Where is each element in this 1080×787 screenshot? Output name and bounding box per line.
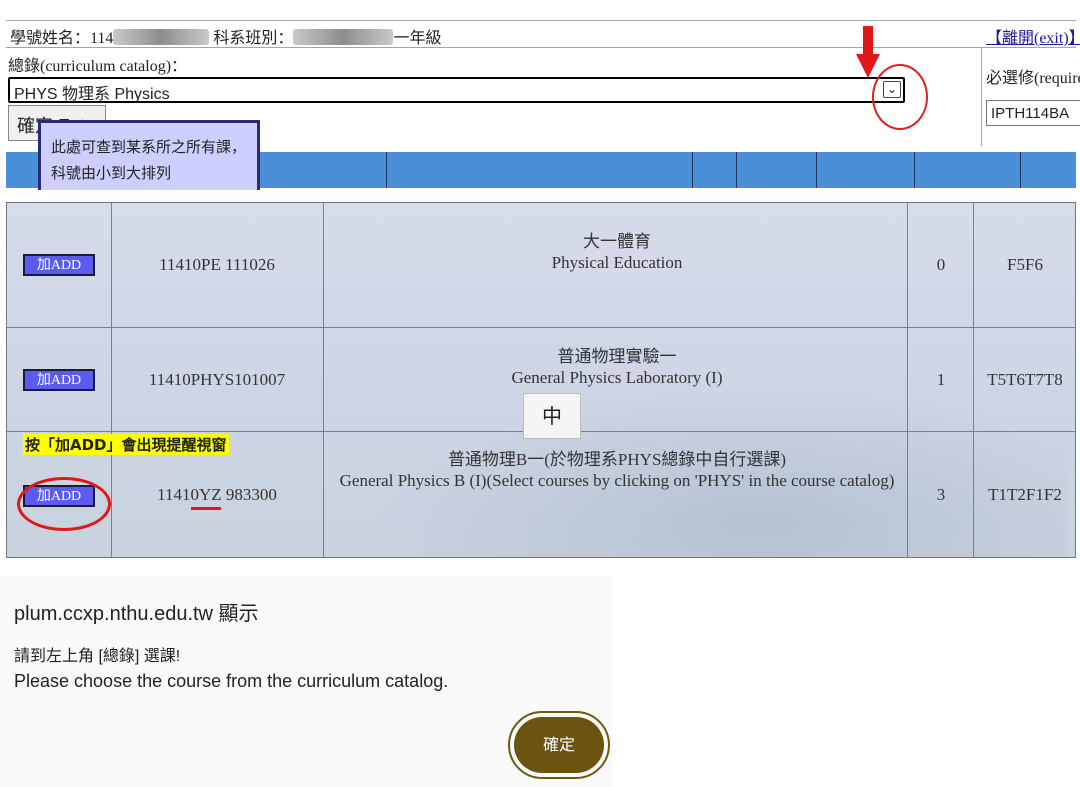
course-code: 11410PE 111026 [159, 255, 275, 274]
dialog-message-zh: 請到左上角 [總錄] 選課! [14, 648, 181, 665]
course-title-zh: 普通物理B一(於物理系PHYS總錄中自行選課) [447, 450, 787, 469]
student-info: 學號姓名：114 科系班別： 一年級 [10, 24, 441, 48]
course-code: 11410YZ 983300 [157, 485, 277, 504]
tooltip-line-1: 此處可查到某系所之所有課， [51, 139, 247, 156]
course-title-en: General Physics Laboratory (I) [511, 368, 723, 387]
ime-indicator: 中 [523, 393, 581, 439]
course-time: F5F6 [1007, 255, 1043, 274]
course-title-zh: 大一體育 [583, 232, 651, 251]
highlight-circle [17, 477, 111, 531]
highlight-underline [191, 507, 221, 510]
header-divider [816, 152, 817, 188]
column-divider [323, 203, 324, 557]
dialog-ok-label: 確定 [514, 717, 604, 773]
required-cell: 必選修(required IPTH114BA [982, 48, 1080, 146]
course-title-zh: 普通物理實驗一 [557, 347, 677, 366]
red-arrow-icon [856, 26, 880, 78]
course-time: T5T6T7T8 [987, 370, 1063, 389]
course-code: 11410PHYS101007 [148, 370, 286, 389]
redacted-class [293, 29, 394, 45]
student-info-row: 學號姓名：114 科系班別： 一年級 【離開(exit)】 [6, 20, 1080, 48]
department-class-label: 科系班別： [213, 30, 294, 47]
catalog-select[interactable]: PHYS 物理系 Physics ⌄ [8, 77, 905, 103]
class-year: 一年級 [393, 30, 442, 47]
course-title: 普通物理實驗一 General Physics Laboratory (I) [325, 346, 909, 388]
header-divider [386, 152, 387, 188]
catalog-selected-value: PHYS 物理系 Physics [14, 86, 170, 103]
catalog-tooltip: 此處可查到某系所之所有課， 科號由小到大排列 [38, 120, 260, 190]
header-divider [736, 152, 737, 188]
course-credits: 0 [936, 255, 946, 274]
header-divider [914, 152, 915, 188]
required-label: 必選修(required [986, 70, 1080, 87]
course-time: T1T2F1F2 [988, 485, 1062, 504]
header-divider [692, 152, 693, 188]
course-title-en: General Physics B (I)(Select courses by … [339, 471, 895, 490]
exit-link[interactable]: 【離開(exit)】 [986, 24, 1080, 48]
highlight-circle [872, 64, 928, 130]
student-id-label: 學號姓名：114 [10, 30, 114, 47]
required-select[interactable]: IPTH114BA [986, 100, 1080, 126]
annotation-note: 按「加ADD」會出現提醒視窗 [23, 434, 229, 455]
tooltip-line-2: 科號由小到大排列 [51, 165, 172, 182]
course-title: 普通物理B一(於物理系PHYS總錄中自行選課) General Physics … [325, 449, 909, 491]
dialog-message-en: Please choose the course from the curric… [14, 671, 449, 691]
catalog-label: 總錄(curriculum catalog)： [8, 58, 188, 75]
row-divider [7, 327, 1075, 328]
course-selection-header: 學號姓名：114 科系班別： 一年級 【離開(exit)】 總錄(curricul… [0, 0, 1080, 190]
header-divider [1020, 152, 1021, 188]
add-course-button[interactable]: 加ADD [23, 254, 95, 276]
course-credits: 3 [936, 485, 946, 504]
alert-dialog: plum.ccxp.nthu.edu.tw 顯示 請到左上角 [總錄] 選課! … [0, 575, 612, 787]
add-course-button[interactable]: 加ADD [23, 369, 95, 391]
course-title: 大一體育 Physical Education [325, 231, 909, 273]
dialog-ok-button[interactable]: 確定 [508, 711, 610, 779]
dialog-title: plum.ccxp.nthu.edu.tw 顯示 [14, 603, 259, 625]
redacted-name [113, 29, 210, 45]
course-title-en: Physical Education [551, 253, 683, 272]
course-credits: 1 [936, 370, 946, 389]
course-table: 加ADD 11410PE 111026 大一體育 Physical Educat… [6, 202, 1076, 558]
